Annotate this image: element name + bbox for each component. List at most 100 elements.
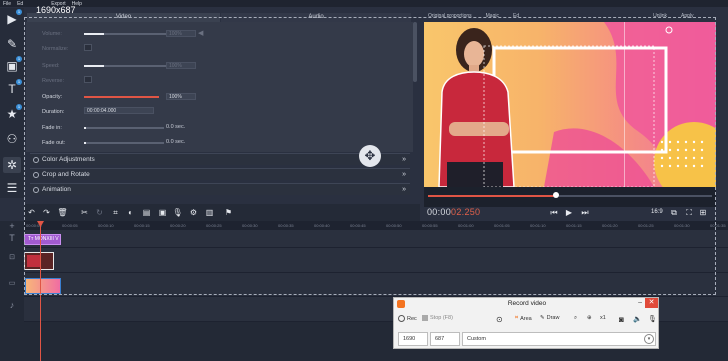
opacity-value[interactable]: 100% xyxy=(166,93,196,100)
playhead[interactable] xyxy=(40,221,41,361)
cut-icon[interactable]: ✂ xyxy=(79,207,90,218)
proportions-dropdown[interactable]: Original proportions xyxy=(428,13,472,19)
clip-properties-icon[interactable]: ▤ xyxy=(141,207,152,218)
section-color-adjustments[interactable]: Color Adjustments» xyxy=(30,153,410,165)
badge: 1 xyxy=(16,79,22,85)
stabilize-icon[interactable]: ▣ xyxy=(157,207,168,218)
ruler-tick-label: 00:00:50 xyxy=(386,223,402,228)
title-track[interactable] xyxy=(24,230,728,248)
microphone-record-icon[interactable]: 🎙 xyxy=(648,315,657,323)
ruler-tick-label: 00:00:05 xyxy=(62,223,78,228)
reverse-checkbox[interactable] xyxy=(84,76,92,83)
system-audio-icon[interactable]: 🔈 xyxy=(633,315,642,323)
ruler-tick-label: 00:00:20 xyxy=(170,223,186,228)
stop-button[interactable]: Stop (F8) xyxy=(422,315,453,321)
color-adjust-icon[interactable]: ◐ xyxy=(125,207,136,218)
badge: 1 xyxy=(16,56,22,62)
unlink-button[interactable]: Unlink xyxy=(653,13,667,19)
section-animation[interactable]: Animation» xyxy=(30,183,410,195)
settings-icon[interactable]: ⚙ xyxy=(188,207,199,218)
tab-video[interactable]: Video xyxy=(27,13,220,22)
undo-icon[interactable]: ↶ xyxy=(26,207,37,218)
menu-file[interactable]: File xyxy=(3,1,11,7)
edit-button[interactable]: Ed xyxy=(513,13,519,19)
aspect-ratio-button[interactable]: 16:9 xyxy=(651,209,663,215)
section-icon xyxy=(33,172,39,178)
video-clip-thumbnail xyxy=(25,253,53,269)
preview-artwork xyxy=(438,22,716,187)
overlay-track[interactable] xyxy=(24,273,728,297)
normalize-checkbox[interactable] xyxy=(84,44,92,51)
magic-button[interactable]: Magic xyxy=(486,13,499,19)
duration-field[interactable]: 00:00:04.000 xyxy=(84,107,154,114)
list-icon[interactable]: ☰ xyxy=(3,180,21,196)
microphone-icon[interactable]: 🎙 xyxy=(172,207,183,218)
play-icon[interactable]: ▶ xyxy=(563,207,575,219)
rotate-icon[interactable]: ↻ xyxy=(94,207,105,218)
crosshair-icon[interactable]: ⊕ xyxy=(587,315,592,321)
capture-width-field[interactable]: 1690 xyxy=(398,332,428,346)
fade-in-label: Fade in: xyxy=(42,125,62,131)
fullscreen-icon[interactable]: ⛶ xyxy=(683,207,695,219)
zoom-icon[interactable]: ⌕ xyxy=(574,315,577,322)
ruler-tick-label: 00:01:00 xyxy=(458,223,474,228)
fade-in-slider[interactable] xyxy=(84,127,164,129)
preview-progress-track[interactable] xyxy=(428,195,712,197)
transitions-icon[interactable]: ⚇ xyxy=(3,131,21,147)
volume-value[interactable]: 100% xyxy=(166,30,196,37)
duration-label: Duration: xyxy=(42,109,65,115)
filters-icon[interactable]: ▣ 1 xyxy=(3,56,22,74)
close-button[interactable]: ✕ xyxy=(645,298,658,308)
add-track-icon[interactable]: + xyxy=(0,221,24,231)
zoom-level[interactable]: x1 xyxy=(600,315,606,321)
fade-out-label: Fade out: xyxy=(42,140,66,146)
draw-button[interactable]: ✎ Draw xyxy=(540,315,559,321)
preview-progress-knob[interactable] xyxy=(552,192,559,198)
redo-icon[interactable]: ↷ xyxy=(41,207,52,218)
fade-out-slider[interactable] xyxy=(84,142,164,144)
split-icon[interactable]: ▥ xyxy=(204,207,215,218)
area-button[interactable]: ⌗ Area xyxy=(515,315,532,322)
import-icon[interactable]: ▶ 1 xyxy=(3,9,22,27)
section-crop-and-rotate[interactable]: Crop and Rotate» xyxy=(30,168,410,180)
webcam-icon[interactable]: ◙ xyxy=(619,315,624,324)
external-preview-icon[interactable]: ⧉ xyxy=(668,207,680,219)
capture-height-field[interactable]: 687 xyxy=(430,332,460,346)
more-tools-icon[interactable]: ✲ xyxy=(3,157,21,173)
expand-icon: » xyxy=(402,156,406,163)
magic-wand-icon[interactable]: ✎ xyxy=(3,36,21,52)
preview-progress-area xyxy=(424,187,716,207)
next-frame-icon[interactable]: ⏭ xyxy=(579,207,591,219)
titles-icon[interactable]: T1 xyxy=(3,79,22,97)
delete-icon[interactable]: 🗑 xyxy=(57,207,68,218)
clip-properties-panel: Volume: 100% ◀ Normalize: Speed: 100% Re… xyxy=(26,22,413,152)
speaker-icon[interactable]: ◀ xyxy=(198,29,203,37)
menu-edit[interactable]: Ed xyxy=(17,1,23,7)
section-icon xyxy=(33,157,39,163)
ruler-tick-label: 00:00:45 xyxy=(350,223,366,228)
opacity-slider[interactable] xyxy=(84,96,159,98)
previous-frame-icon[interactable]: ⏮ xyxy=(548,207,560,219)
video-clip[interactable] xyxy=(24,252,54,270)
section-icon xyxy=(33,187,39,193)
capture-mode-select[interactable]: Custom ▾ xyxy=(462,332,656,346)
marker-icon[interactable]: ⚑ xyxy=(223,207,234,218)
background-clip[interactable] xyxy=(25,278,61,294)
expand-icon: » xyxy=(402,171,406,178)
title-clip[interactable]: Tт MONXIII V xyxy=(24,234,61,245)
minimize-button[interactable]: – xyxy=(638,299,642,306)
crop-icon[interactable]: ⌗ xyxy=(110,207,121,218)
apply-button[interactable]: Apply xyxy=(681,13,694,19)
screenshot-icon[interactable]: ⊞ xyxy=(697,207,709,219)
timeline-ruler[interactable]: 00:00:00 00:00:05 00:00:10 00:00:15 00:00:20… xyxy=(24,221,728,230)
move-icon[interactable]: ✥ xyxy=(359,145,381,167)
speed-value[interactable]: 100% xyxy=(166,62,196,69)
video-preview[interactable] xyxy=(424,22,716,187)
tab-audio[interactable]: Audio xyxy=(221,13,411,22)
rec-button[interactable]: Rec xyxy=(398,315,417,322)
properties-scrollbar[interactable] xyxy=(413,22,417,82)
stickers-icon[interactable]: ★ 1 xyxy=(3,104,22,122)
video-track[interactable] xyxy=(24,248,728,273)
menu-bar: File Ed Export Help xyxy=(0,0,728,7)
timer-icon[interactable]: ⊙ xyxy=(496,315,503,324)
